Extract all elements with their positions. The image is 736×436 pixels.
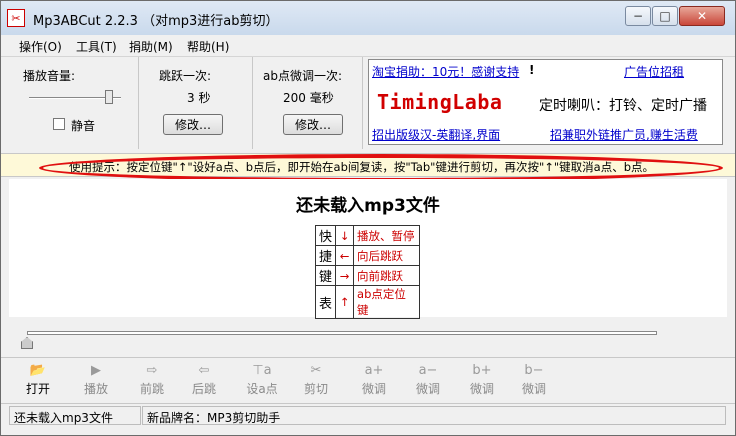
b-minus-icon: b− [524, 363, 544, 378]
brand-logo[interactable]: TimingLaba [377, 90, 502, 114]
a-minus-icon: a− [418, 363, 438, 378]
hire-translator-link[interactable]: 招出版级汉-英翻译,界面 [372, 126, 500, 143]
skip-back-icon: ⇦ [198, 363, 210, 378]
toolbar-button-b-plus[interactable]: b+ 微调 [459, 362, 505, 398]
minimize-button[interactable]: − [625, 6, 651, 26]
donate-mark: ! [529, 63, 535, 77]
volume-slider-thumb[interactable] [105, 90, 113, 104]
shortcut-row: 捷 ← 向后跳跃 [314, 245, 421, 266]
volume-label: 播放音量: [23, 69, 76, 83]
toolbar: 📂 打开 ▶ 播放 ⇨ 前跳 ⇦ 后跳 ⊤a 设a点 ✂ 剪切 a+ 微调 a− 微调 b+ 微调 b− 微调 [1, 357, 735, 401]
shortcut-key: ← [335, 245, 355, 266]
shortcut-table: 快 ↓ 播放、暂停捷 ← 向后跳跃键 → 向前跳跃表 ↑ ab点定位键 [314, 225, 421, 319]
open-folder-icon: 📂 [29, 363, 47, 378]
title-bar: ✂ Mp3ABCut 2.2.3 （对mp3进行ab剪切） − □ ✕ [1, 1, 735, 35]
jump-modify-button[interactable]: 修改… [163, 114, 223, 135]
toolbar-label: 微调 [521, 382, 546, 396]
status-brand: 新品牌名：MP3剪切助手 [142, 406, 726, 425]
app-window: ✂ Mp3ABCut 2.2.3 （对mp3进行ab剪切） − □ ✕ 操作(O… [0, 0, 736, 436]
a-plus-icon: a+ [364, 363, 384, 378]
play-icon: ▶ [91, 363, 101, 378]
mute-checkbox[interactable] [53, 118, 65, 130]
toolbar-label: 剪切 [303, 382, 328, 396]
shortcut-title-char: 键 [314, 265, 337, 286]
menu-operate[interactable]: 操作(O) [19, 38, 62, 55]
ab-adjust-label: ab点微调一次: [263, 69, 343, 83]
ad-panel: 淘宝捐助：10元！感谢支持 ! 广告位招租 TimingLaba 定时喇叭：打铃… [368, 59, 723, 145]
menu-tools[interactable]: 工具(T) [76, 38, 117, 55]
toolbar-label: 后跳 [191, 382, 216, 396]
seek-thumb[interactable] [21, 337, 33, 349]
brand-slogan[interactable]: 定时喇叭：打铃、定时广播 [539, 95, 707, 115]
window-title: Mp3ABCut 2.2.3 （对mp3进行ab剪切） [33, 14, 279, 29]
shortcut-title-char: 捷 [314, 245, 337, 266]
menu-bar: 操作(O) 工具(T) 捐助(M) 帮助(H) [1, 35, 735, 55]
toolbar-button-skip-forward[interactable]: ⇨ 前跳 [129, 362, 175, 398]
jump-value: 3 秒 [187, 91, 211, 105]
ab-adjust-value: 200 毫秒 [283, 91, 334, 105]
shortcut-desc: 向前跳跃 [353, 265, 421, 286]
menu-help[interactable]: 帮助(H) [187, 38, 229, 55]
menu-donate[interactable]: 捐助(M) [129, 38, 173, 55]
toolbar-button-open-folder[interactable]: 📂 打开 [15, 362, 61, 398]
toolbar-button-b-minus[interactable]: b− 微调 [511, 362, 557, 398]
load-status-title: 还未载入mp3文件 [296, 196, 440, 216]
toolbar-label: 微调 [415, 382, 440, 396]
shortcut-row: 快 ↓ 播放、暂停 [314, 225, 421, 246]
mute-label: 静音 [71, 119, 96, 133]
toolbar-label: 前跳 [139, 382, 164, 396]
shortcut-title-char: 快 [314, 225, 337, 246]
status-load: 还未载入mp3文件 [9, 406, 141, 425]
toolbar-button-set-point[interactable]: ⊤a 设a点 [239, 362, 285, 398]
set-point-icon: ⊤a [252, 363, 272, 378]
shortcut-desc: 向后跳跃 [353, 245, 421, 266]
toolbar-label: 设a点 [246, 382, 278, 396]
ad-rent-link[interactable]: 广告位招租 [624, 63, 684, 80]
shortcut-desc: ab点定位键 [353, 285, 421, 319]
toolbar-label: 微调 [361, 382, 386, 396]
shortcut-key: ↑ [335, 285, 355, 319]
donate-link[interactable]: 淘宝捐助：10元！感谢支持 [372, 63, 519, 80]
toolbar-label: 播放 [83, 382, 108, 396]
main-area: 还未载入mp3文件 快 ↓ 播放、暂停捷 ← 向后跳跃键 → 向前跳跃表 ↑ ab点定位键 [9, 179, 727, 319]
usage-tip: 使用提示：按定位键"↑"设好a点、b点后，即开始在ab间复读，按"Tab"键进行… [69, 160, 655, 174]
status-bar: 还未载入mp3文件 新品牌名：MP3剪切助手 [1, 403, 735, 425]
shortcut-row: 键 → 向前跳跃 [314, 265, 421, 286]
app-icon: ✂ [7, 9, 25, 27]
toolbar-button-a-plus[interactable]: a+ 微调 [351, 362, 397, 398]
maximize-button[interactable]: □ [652, 6, 678, 26]
jump-label: 跳跃一次: [159, 69, 212, 83]
volume-group: 播放音量: 静音 [11, 57, 139, 149]
ab-adjust-modify-button[interactable]: 修改… [283, 114, 343, 135]
cut-icon: ✂ [310, 363, 322, 378]
b-plus-icon: b+ [472, 363, 492, 378]
shortcut-key: → [335, 265, 355, 286]
toolbar-label: 打开 [25, 382, 50, 396]
tip-bar: 使用提示：按定位键"↑"设好a点、b点后，即开始在ab间复读，按"Tab"键进行… [1, 153, 735, 177]
toolbar-button-a-minus[interactable]: a− 微调 [405, 362, 451, 398]
ab-adjust-group: ab点微调一次: 200 毫秒 修改… [257, 57, 363, 149]
shortcut-desc: 播放、暂停 [353, 225, 421, 246]
shortcut-key: ↓ [335, 225, 355, 246]
close-button[interactable]: ✕ [679, 6, 725, 26]
toolbar-button-skip-back[interactable]: ⇦ 后跳 [181, 362, 227, 398]
shortcut-title-char: 表 [314, 285, 337, 319]
hire-promoter-link[interactable]: 招兼职外链推广员,赚生活费 [550, 126, 698, 143]
seek-bar[interactable] [27, 331, 657, 335]
skip-forward-icon: ⇨ [146, 363, 158, 378]
shortcut-row: 表 ↑ ab点定位键 [314, 285, 421, 319]
jump-group: 跳跃一次: 3 秒 修改… [143, 57, 253, 149]
toolbar-button-cut[interactable]: ✂ 剪切 [293, 362, 339, 398]
toolbar-label: 微调 [469, 382, 494, 396]
toolbar-button-play[interactable]: ▶ 播放 [73, 362, 119, 398]
